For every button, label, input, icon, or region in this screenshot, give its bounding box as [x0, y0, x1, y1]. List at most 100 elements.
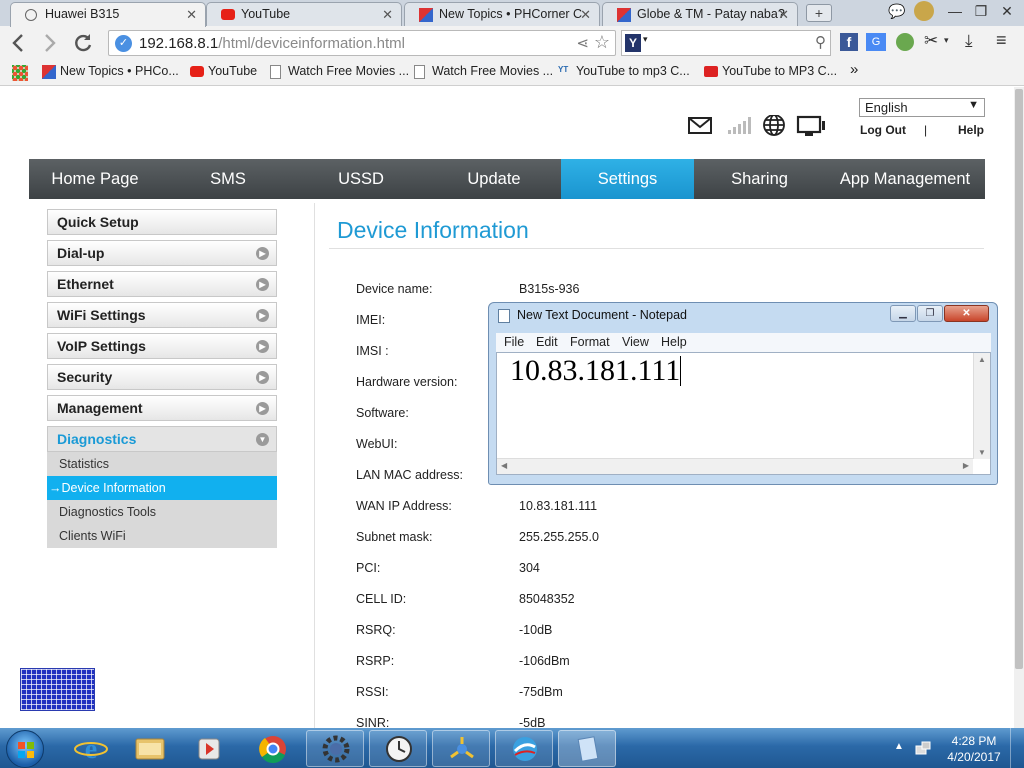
expand-arrow-icon: ▶ [256, 278, 269, 291]
media-player-icon[interactable] [180, 730, 238, 767]
bookmark-movies-1[interactable]: Watch Free Movies ... [270, 64, 409, 79]
minimize-window-icon[interactable]: — [942, 2, 968, 20]
bookmark-movies-2[interactable]: Watch Free Movies ... [414, 64, 553, 79]
sidebar-item-dial-up[interactable]: Dial-up ▶ [47, 240, 277, 266]
close-tab-icon[interactable]: ✕ [778, 7, 789, 23]
content-divider [314, 203, 315, 728]
nav-ussd[interactable]: USSD [295, 159, 427, 199]
notepad-text-area[interactable]: 10.83.181.111 ▲ ▼ ◀ ▶ [496, 352, 991, 475]
scroll-down-icon[interactable]: ▼ [978, 448, 986, 457]
clock-app-icon[interactable] [369, 730, 427, 767]
reload-icon[interactable] [70, 30, 96, 56]
settings-gear-app-icon[interactable] [306, 730, 364, 767]
search-icon[interactable]: ⚲ [815, 33, 826, 51]
scrollbar-thumb[interactable] [1015, 89, 1023, 669]
sidebar-item-voip-settings[interactable]: VoIP Settings ▶ [47, 333, 277, 359]
scroll-left-icon[interactable]: ◀ [501, 461, 507, 470]
sidebar-subitem-clients-wifi[interactable]: Clients WiFi [47, 524, 277, 548]
sidebar-item-management[interactable]: Management ▶ [47, 395, 277, 421]
vpn-app-icon[interactable] [495, 730, 553, 767]
logout-link[interactable]: Log Out [860, 123, 906, 137]
mail-icon[interactable] [688, 117, 712, 134]
system-clock[interactable]: 4:28 PM 4/20/2017 [938, 733, 1010, 765]
network-tray-icon[interactable] [914, 738, 932, 758]
sidebar-item-wifi-settings[interactable]: WiFi Settings ▶ [47, 302, 277, 328]
search-box[interactable]: Y ▾ ⚲ [621, 30, 831, 56]
close-window-icon[interactable]: ✕ [994, 2, 1020, 20]
horizontal-scrollbar[interactable]: ◀ ▶ [497, 458, 973, 474]
close-icon[interactable]: ✕ [944, 305, 989, 322]
new-tab-button[interactable]: + [806, 4, 832, 22]
site-info-icon[interactable]: ✓ [115, 35, 132, 52]
yahoo-search-icon[interactable]: Y [625, 34, 641, 52]
bookmark-phcorner[interactable]: New Topics • PHCo... [42, 64, 179, 79]
download-icon[interactable]: ⤓ [965, 31, 973, 51]
menu-view[interactable]: View [622, 335, 649, 349]
close-tab-icon[interactable]: ✕ [382, 7, 393, 23]
menu-format[interactable]: Format [570, 335, 610, 349]
nav-update[interactable]: Update [427, 159, 561, 199]
field-label: WAN IP Address: [356, 499, 452, 513]
menu-icon[interactable]: ≡ [996, 30, 1007, 51]
start-button[interactable] [6, 730, 44, 768]
tab-phcorner[interactable]: New Topics • PHCorner C ✕ [404, 2, 600, 26]
chevron-down-icon[interactable]: ▾ [643, 34, 648, 45]
show-hidden-icons[interactable]: ▲ [894, 741, 904, 752]
translate-icon[interactable]: G [866, 33, 886, 51]
share-icon[interactable]: ⋖ [576, 34, 589, 52]
maximize-window-icon[interactable]: ❐ [968, 2, 994, 20]
scroll-right-icon[interactable]: ▶ [963, 461, 969, 470]
facebook-icon[interactable]: f [840, 33, 858, 51]
tab-phcorner-globe[interactable]: Globe & TM - Patay naba? ✕ [602, 2, 798, 26]
chrome-icon[interactable] [244, 730, 302, 767]
scroll-up-icon[interactable]: ▲ [978, 355, 986, 364]
nav-app-management[interactable]: App Management [825, 159, 985, 199]
bookmark-youtube[interactable]: YouTube [190, 64, 257, 78]
scissors-icon[interactable]: ✂ [924, 31, 938, 51]
sidebar-item-ethernet[interactable]: Ethernet ▶ [47, 271, 277, 297]
apps-icon[interactable] [12, 65, 28, 81]
nav-sms[interactable]: SMS [161, 159, 295, 199]
bookmark-label: YouTube to MP3 C... [722, 64, 838, 78]
network-app-icon[interactable] [432, 730, 490, 767]
nav-settings[interactable]: Settings [561, 159, 694, 199]
language-select[interactable]: English ▼ [859, 98, 985, 117]
nav-sharing[interactable]: Sharing [694, 159, 825, 199]
forward-icon[interactable] [36, 30, 62, 56]
vertical-scrollbar[interactable]: ▲ ▼ [973, 353, 990, 459]
file-explorer-icon[interactable] [121, 730, 179, 767]
help-link[interactable]: Help [958, 123, 984, 137]
chevron-down-icon[interactable]: ▾ [944, 35, 949, 46]
bookmark-star-icon[interactable]: ☆ [594, 32, 610, 53]
shield-extension-icon[interactable] [896, 33, 914, 51]
sidebar-subitem-statistics[interactable]: Statistics [47, 452, 277, 476]
address-bar[interactable]: ✓ 192.168.8.1/html/deviceinformation.htm… [108, 30, 616, 56]
internet-explorer-icon[interactable]: e [62, 730, 120, 767]
minimize-icon[interactable]: ▁ [890, 305, 916, 322]
tab-youtube[interactable]: YouTube ✕ [206, 2, 402, 26]
back-icon[interactable] [6, 30, 32, 56]
menu-edit[interactable]: Edit [536, 335, 558, 349]
notepad-window[interactable]: New Text Document - Notepad ▁ ❐ ✕ File E… [488, 302, 998, 485]
language-value: English [865, 100, 908, 115]
notepad-taskbar-icon[interactable] [558, 730, 616, 767]
menu-file[interactable]: File [504, 335, 524, 349]
sidebar-subitem-diagnostics-tools[interactable]: Diagnostics Tools [47, 500, 277, 524]
nav-home-page[interactable]: Home Page [29, 159, 161, 199]
chat-icon[interactable]: 💬 [884, 2, 910, 20]
bookmark-yt-mp3-2[interactable]: YouTube to MP3 C... [704, 64, 837, 78]
sidebar-item-security[interactable]: Security ▶ [47, 364, 277, 390]
sidebar-item-quick-setup[interactable]: Quick Setup [47, 209, 277, 235]
maximize-icon[interactable]: ❐ [917, 305, 943, 322]
sidebar-subitem-device-information[interactable]: →Device Information [47, 476, 277, 500]
close-tab-icon[interactable]: ✕ [186, 7, 197, 23]
profile-avatar[interactable] [914, 1, 934, 21]
sidebar-item-diagnostics[interactable]: Diagnostics ▼ [47, 426, 277, 452]
tab-huawei[interactable]: Huawei B315 ✕ [10, 2, 206, 27]
menu-help[interactable]: Help [661, 335, 687, 349]
bookmarks-overflow-icon[interactable]: » [834, 61, 858, 78]
page-scrollbar[interactable] [1014, 87, 1024, 728]
close-tab-icon[interactable]: ✕ [580, 7, 591, 23]
show-desktop-button[interactable] [1010, 728, 1024, 768]
bookmark-yt-mp3-1[interactable]: YT YouTube to mp3 C... [558, 64, 690, 78]
